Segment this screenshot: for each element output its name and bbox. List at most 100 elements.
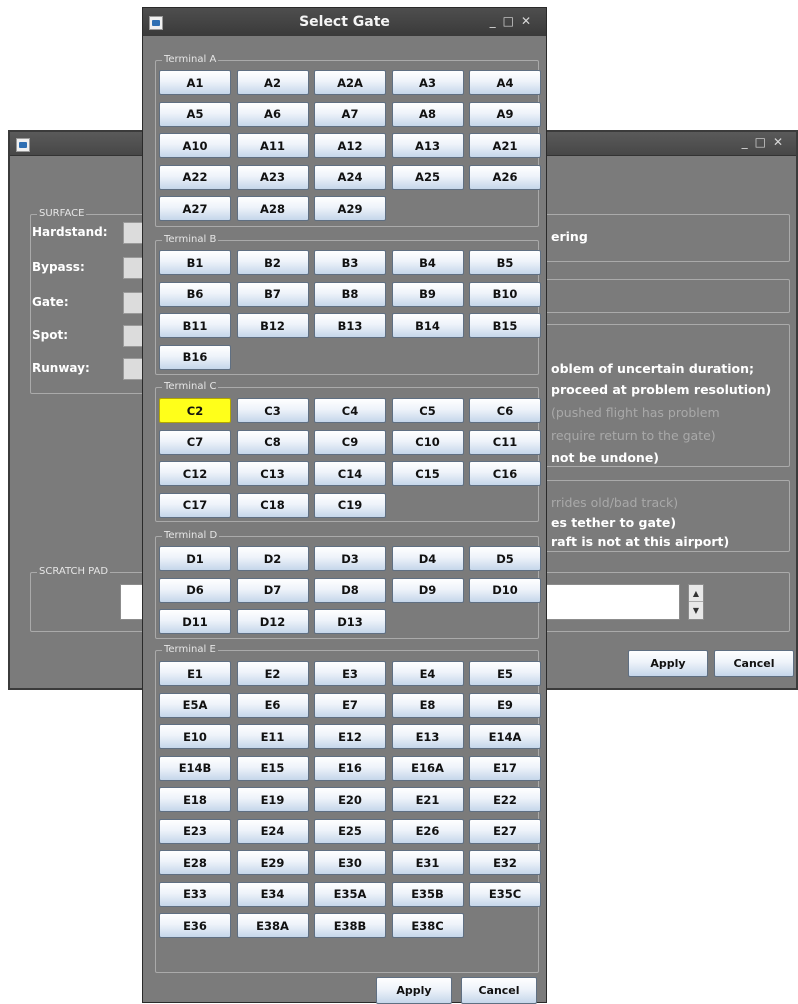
- gate-button-e14a[interactable]: E14A: [469, 724, 541, 749]
- gate-button-e29[interactable]: E29: [236, 850, 309, 875]
- gate-button-b1[interactable]: B1: [159, 250, 231, 275]
- spot-field[interactable]: [123, 325, 143, 347]
- gate-button-b10[interactable]: B10: [469, 281, 541, 307]
- gate-button-b8[interactable]: B8: [314, 281, 386, 307]
- gate-button-e11[interactable]: E11: [236, 724, 309, 749]
- close-icon[interactable]: ✕: [521, 14, 538, 28]
- gate-button-c18[interactable]: C18: [236, 492, 309, 518]
- gate-button-d8[interactable]: D8: [314, 577, 386, 603]
- gate-button-a9[interactable]: A9: [469, 101, 541, 127]
- gate-button-b9[interactable]: B9: [391, 281, 464, 307]
- gate-button-c14[interactable]: C14: [314, 461, 386, 486]
- gate-button-d2[interactable]: D2: [236, 546, 309, 571]
- window-controls[interactable]: _□✕: [742, 135, 790, 149]
- gate-button-c4[interactable]: C4: [314, 398, 386, 423]
- minimize-icon[interactable]: _: [490, 14, 503, 28]
- gate-button-e33[interactable]: E33: [159, 881, 231, 907]
- gate-button-c15[interactable]: C15: [391, 461, 464, 486]
- gate-button-e4[interactable]: E4: [391, 661, 464, 686]
- dialog-titlebar[interactable]: Select Gate _□✕: [143, 8, 546, 36]
- gate-button-e26[interactable]: E26: [391, 818, 464, 844]
- gate-button-e19[interactable]: E19: [236, 787, 309, 812]
- gate-button-e8[interactable]: E8: [391, 692, 464, 718]
- gate-button-a26[interactable]: A26: [469, 164, 541, 190]
- gate-button-e16[interactable]: E16: [314, 755, 386, 781]
- scroll-down-icon[interactable]: ▼: [689, 602, 703, 619]
- gate-button-c10[interactable]: C10: [391, 429, 464, 455]
- gate-button-e38b[interactable]: E38B: [314, 913, 386, 938]
- gate-button-a8[interactable]: A8: [391, 101, 464, 127]
- gate-button-e36[interactable]: E36: [159, 913, 231, 938]
- gate-button-b11[interactable]: B11: [159, 313, 231, 338]
- gate-button-e35b[interactable]: E35B: [391, 881, 464, 907]
- right-box-3-line-4[interactable]: require return to the gate): [551, 428, 716, 443]
- gate-button-e38c[interactable]: E38C: [391, 913, 464, 938]
- right-box-3-line-3[interactable]: (pushed flight has problem: [551, 405, 720, 420]
- gate-button-a29[interactable]: A29: [314, 196, 386, 221]
- runway-field[interactable]: [123, 358, 143, 380]
- hardstand-field[interactable]: [123, 222, 143, 244]
- gate-button-e5[interactable]: E5: [469, 661, 541, 686]
- scratch-pad-scroller[interactable]: ▲ ▼: [688, 584, 704, 620]
- right-box-3-line-2[interactable]: proceed at problem resolution): [551, 382, 771, 397]
- gate-button-a3[interactable]: A3: [391, 70, 464, 95]
- gate-button-a4[interactable]: A4: [469, 70, 541, 95]
- gate-button-e31[interactable]: E31: [391, 850, 464, 875]
- gate-button-e30[interactable]: E30: [314, 850, 386, 875]
- bypass-field[interactable]: [123, 257, 143, 279]
- gate-button-a28[interactable]: A28: [236, 196, 309, 221]
- maximize-icon[interactable]: □: [503, 14, 521, 28]
- gate-button-a27[interactable]: A27: [159, 196, 231, 221]
- gate-button-e28[interactable]: E28: [159, 850, 231, 875]
- gate-button-b6[interactable]: B6: [159, 281, 231, 307]
- gate-button-e25[interactable]: E25: [314, 818, 386, 844]
- gate-button-c17[interactable]: C17: [159, 492, 231, 518]
- gate-button-c16[interactable]: C16: [469, 461, 541, 486]
- gate-button-e13[interactable]: E13: [391, 724, 464, 749]
- gate-button-a22[interactable]: A22: [159, 164, 231, 190]
- gate-button-a25[interactable]: A25: [391, 164, 464, 190]
- gate-button-e23[interactable]: E23: [159, 818, 231, 844]
- gate-button-d1[interactable]: D1: [159, 546, 231, 571]
- gate-button-c2[interactable]: C2: [159, 398, 231, 423]
- gate-button-a7[interactable]: A7: [314, 101, 386, 127]
- right-box-4-line-3[interactable]: raft is not at this airport): [551, 534, 729, 549]
- gate-button-e6[interactable]: E6: [236, 692, 309, 718]
- gate-button-e1[interactable]: E1: [159, 661, 231, 686]
- gate-button-d6[interactable]: D6: [159, 577, 231, 603]
- gate-button-e34[interactable]: E34: [236, 881, 309, 907]
- gate-button-a12[interactable]: A12: [314, 133, 386, 158]
- gate-button-c7[interactable]: C7: [159, 429, 231, 455]
- gate-button-c8[interactable]: C8: [236, 429, 309, 455]
- gate-button-e21[interactable]: E21: [391, 787, 464, 812]
- gate-button-d9[interactable]: D9: [391, 577, 464, 603]
- gate-button-d3[interactable]: D3: [314, 546, 386, 571]
- gate-button-e2[interactable]: E2: [236, 661, 309, 686]
- gate-button-e38a[interactable]: E38A: [236, 913, 309, 938]
- gate-button-d4[interactable]: D4: [391, 546, 464, 571]
- gate-button-e27[interactable]: E27: [469, 818, 541, 844]
- gate-button-d10[interactable]: D10: [469, 577, 541, 603]
- gate-button-d11[interactable]: D11: [159, 609, 231, 634]
- gate-field[interactable]: [123, 292, 143, 314]
- minimize-icon[interactable]: _: [742, 135, 755, 149]
- gate-button-c12[interactable]: C12: [159, 461, 231, 486]
- gate-button-e32[interactable]: E32: [469, 850, 541, 875]
- gate-button-a23[interactable]: A23: [236, 164, 309, 190]
- gate-button-a2[interactable]: A2: [236, 70, 309, 95]
- gate-button-b15[interactable]: B15: [469, 313, 541, 338]
- gate-button-d13[interactable]: D13: [314, 609, 386, 634]
- dialog-cancel-button[interactable]: Cancel: [461, 977, 537, 1004]
- gate-button-a11[interactable]: A11: [236, 133, 309, 158]
- maximize-icon[interactable]: □: [755, 135, 773, 149]
- gate-button-e5a[interactable]: E5A: [159, 692, 231, 718]
- right-box-3-line-1[interactable]: oblem of uncertain duration;: [551, 361, 754, 376]
- gate-button-a10[interactable]: A10: [159, 133, 231, 158]
- background-apply-button[interactable]: Apply: [628, 650, 708, 677]
- gate-button-c9[interactable]: C9: [314, 429, 386, 455]
- gate-button-d5[interactable]: D5: [469, 546, 541, 571]
- gate-button-e7[interactable]: E7: [314, 692, 386, 718]
- gate-button-c5[interactable]: C5: [391, 398, 464, 423]
- gate-button-c13[interactable]: C13: [236, 461, 309, 486]
- gate-button-e10[interactable]: E10: [159, 724, 231, 749]
